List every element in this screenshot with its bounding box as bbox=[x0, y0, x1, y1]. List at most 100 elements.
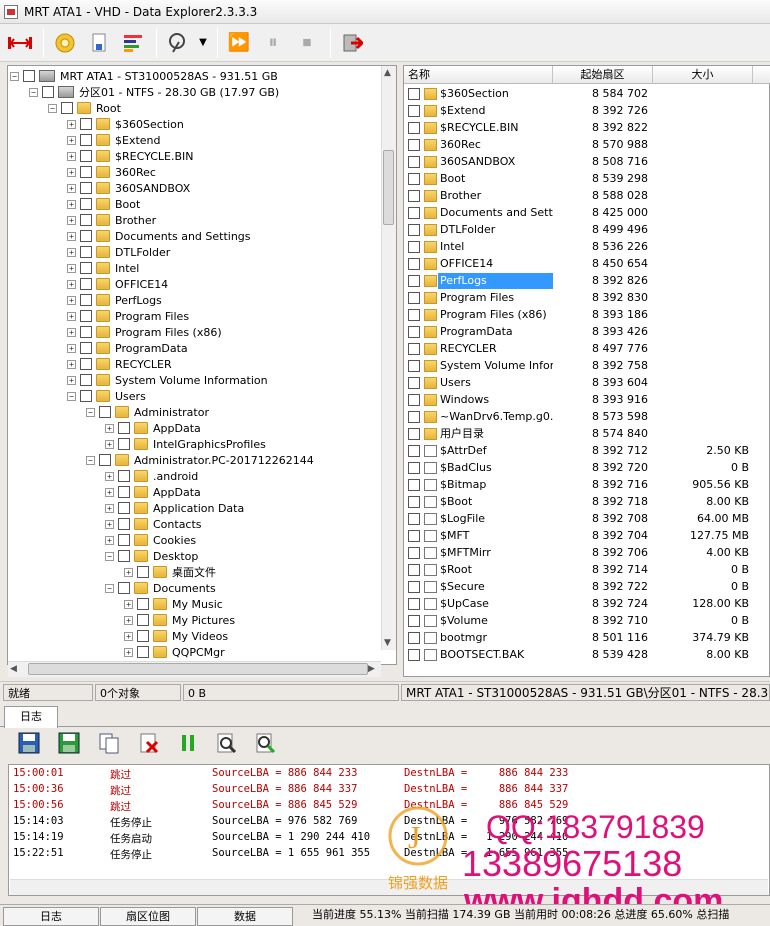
log-output[interactable]: 15:00:01 跳过 SourceLBA = 886 844 233 DestnLB… bbox=[8, 764, 770, 896]
row-checkbox[interactable] bbox=[408, 155, 420, 168]
tree-node-folder[interactable]: + Documents and Settings bbox=[67, 228, 251, 244]
tree-node-folder[interactable]: − Desktop bbox=[105, 548, 198, 564]
column-header-size[interactable]: 大小 bbox=[653, 66, 753, 84]
row-checkbox[interactable] bbox=[408, 291, 420, 304]
scroll-left-arrow-icon[interactable]: ◀ bbox=[10, 664, 17, 674]
row-checkbox[interactable] bbox=[408, 172, 420, 185]
list-row[interactable]: OFFICE14 8 450 654 bbox=[404, 255, 770, 272]
list-row[interactable]: 用户目录 8 574 840 bbox=[404, 425, 770, 442]
row-checkbox[interactable] bbox=[408, 580, 420, 593]
tree-checkbox[interactable] bbox=[80, 310, 92, 322]
connect-disk-icon[interactable] bbox=[4, 27, 36, 59]
tree-checkbox[interactable] bbox=[118, 550, 130, 562]
collapse-icon[interactable]: − bbox=[10, 71, 19, 81]
save-as-log-icon[interactable] bbox=[56, 732, 82, 758]
tree-checkbox[interactable] bbox=[137, 646, 149, 658]
stop-icon[interactable]: ⏹ bbox=[291, 27, 323, 59]
copy-log-icon[interactable] bbox=[96, 732, 122, 758]
tree-checkbox[interactable] bbox=[99, 406, 111, 418]
tree-checkbox[interactable] bbox=[118, 518, 130, 530]
tree-node-folder[interactable]: + $Extend bbox=[67, 132, 161, 148]
tree-checkbox[interactable] bbox=[80, 166, 92, 178]
tree-checkbox[interactable] bbox=[42, 86, 54, 98]
tree-node-folder[interactable]: + System Volume Information bbox=[67, 372, 268, 388]
tree-checkbox[interactable] bbox=[80, 134, 92, 146]
tree-checkbox[interactable] bbox=[80, 246, 92, 258]
expand-icon[interactable]: + bbox=[67, 167, 76, 177]
find-log-icon[interactable] bbox=[213, 732, 239, 758]
collapse-icon[interactable]: − bbox=[86, 455, 95, 465]
row-checkbox[interactable] bbox=[408, 410, 420, 423]
list-row[interactable]: bootmgr 8 501 116 374.79 KB bbox=[404, 629, 770, 646]
column-header-sector[interactable]: 起始扇区 bbox=[553, 66, 653, 84]
exit-icon[interactable] bbox=[336, 27, 368, 59]
row-checkbox[interactable] bbox=[408, 631, 420, 644]
expand-icon[interactable]: + bbox=[67, 151, 76, 161]
row-checkbox[interactable] bbox=[408, 495, 420, 508]
list-row[interactable]: DTLFolder 8 499 496 bbox=[404, 221, 770, 238]
list-row[interactable]: Windows 8 393 916 bbox=[404, 391, 770, 408]
list-row[interactable]: $LogFile 8 392 708 64.00 MB bbox=[404, 510, 770, 527]
tree-checkbox[interactable] bbox=[23, 70, 35, 82]
expand-icon[interactable]: + bbox=[67, 375, 76, 385]
list-row[interactable]: 360Rec 8 570 988 bbox=[404, 136, 770, 153]
list-row[interactable]: ProgramData 8 393 426 bbox=[404, 323, 770, 340]
row-checkbox[interactable] bbox=[408, 614, 420, 627]
expand-icon[interactable]: + bbox=[124, 631, 133, 641]
list-row[interactable]: Program Files (x86) 8 393 186 bbox=[404, 306, 770, 323]
tree-vscroll-thumb[interactable] bbox=[383, 150, 394, 225]
tree-node-folder[interactable]: + OFFICE14 bbox=[67, 276, 168, 292]
tree-node-folder[interactable]: + AppData bbox=[105, 484, 201, 500]
column-header-name[interactable]: 名称 bbox=[404, 66, 553, 84]
tree-node-folder[interactable]: − Root bbox=[48, 100, 121, 116]
tree-checkbox[interactable] bbox=[118, 470, 130, 482]
list-row[interactable]: $MFTMirr 8 392 706 4.00 KB bbox=[404, 544, 770, 561]
tree-node-folder[interactable]: + ProgramData bbox=[67, 340, 188, 356]
tree-node-partition[interactable]: − 分区01 - NTFS - 28.30 GB (17.97 GB) bbox=[29, 84, 279, 100]
tree-node-folder[interactable]: + PerfLogs bbox=[67, 292, 162, 308]
tree-checkbox[interactable] bbox=[80, 230, 92, 242]
list-row[interactable]: $Bitmap 8 392 716 905.56 KB bbox=[404, 476, 770, 493]
list-row[interactable]: $MFT 8 392 704 127.75 MB bbox=[404, 527, 770, 544]
start-icon[interactable]: ⏩ bbox=[223, 27, 255, 59]
row-checkbox[interactable] bbox=[408, 359, 420, 372]
expand-icon[interactable]: + bbox=[105, 535, 114, 545]
row-checkbox[interactable] bbox=[408, 393, 420, 406]
tree-checkbox[interactable] bbox=[80, 182, 92, 194]
tree-checkbox[interactable] bbox=[137, 598, 149, 610]
tree-checkbox[interactable] bbox=[118, 438, 130, 450]
list-row[interactable]: BOOTSECT.BAK 8 539 428 8.00 KB bbox=[404, 646, 770, 663]
tree-checkbox[interactable] bbox=[80, 278, 92, 290]
tree-checkbox[interactable] bbox=[118, 534, 130, 546]
list-row[interactable]: Brother 8 588 028 bbox=[404, 187, 770, 204]
clear-log-icon[interactable] bbox=[136, 732, 162, 758]
tree-checkbox[interactable] bbox=[137, 614, 149, 626]
tree-node-disk[interactable]: − MRT ATA1 - ST31000528AS - 931.51 GB bbox=[10, 68, 278, 84]
tree-node-folder[interactable]: + AppData bbox=[105, 420, 201, 436]
list-row[interactable]: $BadClus 8 392 720 0 B bbox=[404, 459, 770, 476]
row-checkbox[interactable] bbox=[408, 376, 420, 389]
expand-icon[interactable]: + bbox=[105, 503, 114, 513]
tree-checkbox[interactable] bbox=[80, 326, 92, 338]
row-checkbox[interactable] bbox=[408, 325, 420, 338]
tree-node-folder[interactable]: + Program Files (x86) bbox=[67, 324, 222, 340]
tree-checkbox[interactable] bbox=[80, 390, 92, 402]
tree-node-folder[interactable]: + Intel bbox=[67, 260, 139, 276]
tab-log[interactable]: 日志 bbox=[4, 706, 58, 728]
tab-bottom-log[interactable]: 日志 bbox=[3, 907, 99, 926]
expand-icon[interactable]: + bbox=[124, 647, 133, 657]
expand-icon[interactable]: + bbox=[105, 487, 114, 497]
tree-node-folder[interactable]: + Cookies bbox=[105, 532, 196, 548]
pause-log-icon[interactable] bbox=[175, 732, 201, 758]
scroll-up-arrow-icon[interactable]: ▲ bbox=[384, 68, 391, 78]
expand-icon[interactable]: + bbox=[67, 327, 76, 337]
tree-checkbox[interactable] bbox=[137, 566, 149, 578]
list-row[interactable]: $Extend 8 392 726 bbox=[404, 102, 770, 119]
tree-checkbox[interactable] bbox=[118, 422, 130, 434]
tree-node-folder[interactable]: + My Pictures bbox=[124, 612, 235, 628]
list-row[interactable]: $AttrDef 8 392 712 2.50 KB bbox=[404, 442, 770, 459]
expand-icon[interactable]: + bbox=[124, 615, 133, 625]
scan-dropdown-icon[interactable]: ▼ bbox=[196, 27, 210, 59]
collapse-icon[interactable]: − bbox=[29, 87, 38, 97]
expand-icon[interactable]: + bbox=[67, 119, 76, 129]
